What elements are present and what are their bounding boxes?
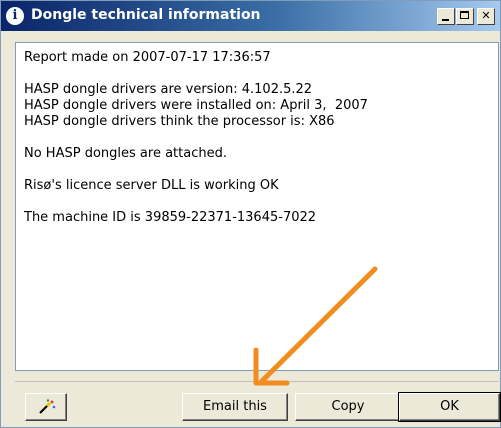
report-line: HASP dongle drivers are version: 4.102.5… — [24, 82, 313, 97]
title-bar[interactable]: i Dongle technical information ✕ — [1, 1, 500, 31]
footer-divider — [15, 381, 499, 382]
window-title: Dongle technical information — [31, 7, 261, 23]
email-button[interactable]: Email this — [182, 393, 288, 421]
report-line: No HASP dongles are attached. — [24, 146, 227, 161]
report-blank-line — [24, 66, 490, 82]
maximize-icon — [460, 11, 469, 19]
close-icon: ✕ — [481, 9, 491, 22]
report-line: HASP dongle drivers were installed on: A… — [24, 98, 368, 113]
report-line: The machine ID is 39859-22371-13645-7022 — [24, 210, 317, 225]
report-text-area[interactable]: Report made on 2007-07-17 17:36:57 HASP … — [15, 42, 499, 371]
maximize-button[interactable] — [456, 8, 474, 25]
info-icon: i — [6, 7, 24, 25]
report-line: Report made on 2007-07-17 17:36:57 — [24, 50, 271, 65]
report-blank-line — [24, 130, 490, 146]
minimize-button[interactable] — [437, 8, 455, 25]
report-blank-line — [24, 194, 490, 210]
copy-button[interactable]: Copy — [295, 393, 401, 421]
magic-wand-icon — [39, 399, 56, 414]
report-line: HASP dongle drivers think the processor … — [24, 114, 335, 129]
minimize-icon — [442, 19, 449, 21]
ok-button[interactable]: OK — [398, 392, 501, 422]
wizard-button[interactable] — [25, 393, 67, 421]
report-blank-line — [24, 162, 490, 178]
dongle-info-window: i Dongle technical information ✕ Report … — [0, 0, 501, 428]
close-button[interactable]: ✕ — [477, 8, 495, 25]
report-line: Risø's licence server DLL is working OK — [24, 178, 279, 193]
